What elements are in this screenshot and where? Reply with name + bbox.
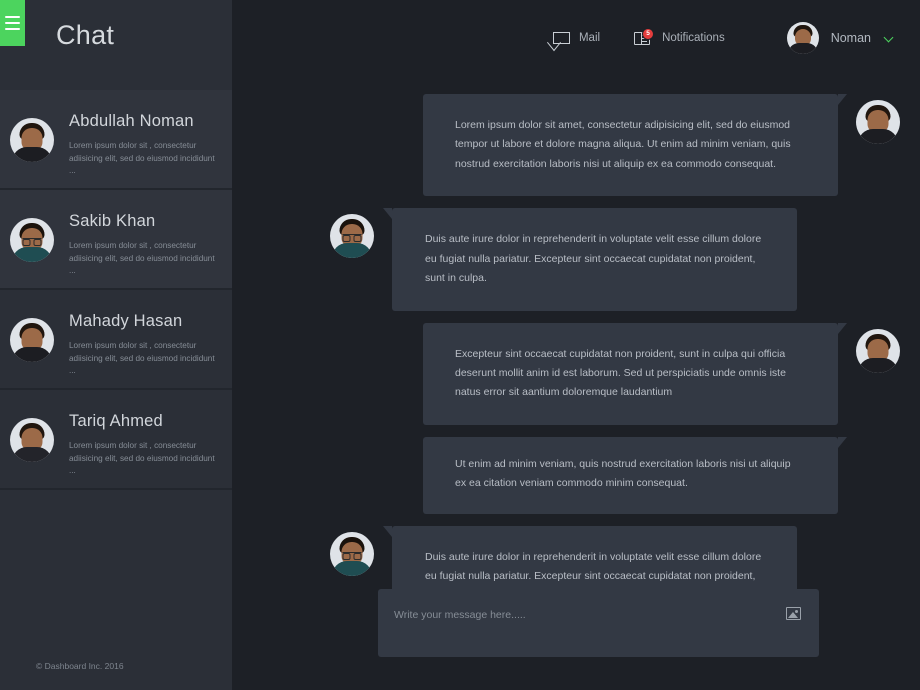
contact-list-item[interactable]: Sakib Khan Lorem ipsum dolor sit , conse… — [0, 190, 232, 290]
notification-badge: 5 — [642, 28, 655, 40]
message-bubble[interactable]: Ut enim ad minim veniam, quis nostrud ex… — [423, 436, 847, 514]
main-panel: Mail 5 Notifications Noman Lorem ipsum d… — [232, 0, 920, 690]
contact-name: Sakib Khan — [69, 212, 156, 230]
page-title: Chat — [56, 20, 115, 50]
message-input[interactable] — [378, 589, 786, 621]
footer-copyright: © Dashboard Inc. 2016 — [36, 661, 124, 671]
chevron-down-icon[interactable] — [885, 34, 894, 43]
message-row: Duis aute irure dolor in reprehenderit i… — [232, 208, 920, 311]
avatar — [10, 218, 54, 262]
hamburger-icon[interactable] — [0, 0, 25, 46]
user-menu[interactable]: Noman — [786, 22, 894, 54]
sidebar: Chat Abdullah Noman Lorem ipsum dolor si… — [0, 0, 232, 690]
contact-name: Mahady Hasan — [69, 312, 183, 330]
avatar — [856, 100, 900, 144]
avatar — [330, 214, 374, 259]
contact-text: Tariq Ahmed Lorem ipsum dolor sit , cons… — [69, 404, 218, 478]
chat-app: Chat Abdullah Noman Lorem ipsum dolor si… — [0, 0, 920, 690]
avatar — [10, 118, 54, 162]
message-row: Ut enim ad minim veniam, quis nostrud ex… — [232, 436, 920, 514]
contact-text: Abdullah Noman Lorem ipsum dolor sit , c… — [69, 104, 218, 178]
mail-label: Mail — [578, 32, 601, 44]
message-text: Excepteur sint occaecat cupidatat non pr… — [455, 347, 786, 399]
envelope-icon — [552, 32, 570, 44]
contact-text: Mahady Hasan Lorem ipsum dolor sit , con… — [69, 304, 218, 378]
contact-text: Sakib Khan Lorem ipsum dolor sit , conse… — [69, 204, 218, 278]
notifications-label: Notifications — [662, 32, 725, 44]
contact-snippet: Lorem ipsum dolor sit , consectetur adii… — [69, 241, 215, 276]
user-name: Noman — [830, 31, 871, 45]
book-icon: 5 — [634, 28, 655, 46]
message-row: Lorem ipsum dolor sit amet, consectetur … — [232, 94, 920, 197]
message-text: Ut enim ad minim veniam, quis nostrud ex… — [455, 457, 791, 490]
top-bar: Mail 5 Notifications Noman — [232, 0, 920, 76]
contact-name: Tariq Ahmed — [69, 412, 163, 430]
mail-button[interactable]: Mail — [552, 32, 601, 44]
contact-name: Abdullah Noman — [69, 112, 194, 130]
hamburger-bar — [5, 28, 20, 30]
hamburger-bar — [5, 22, 20, 24]
message-text: Duis aute irure dolor in reprehenderit i… — [425, 233, 762, 285]
message-list: Lorem ipsum dolor sit amet, consectetur … — [232, 76, 920, 628]
notifications-button[interactable]: 5 Notifications — [634, 28, 725, 46]
contact-snippet: Lorem ipsum dolor sit , consectetur adii… — [69, 141, 215, 176]
avatar — [10, 318, 54, 362]
sidebar-header: Chat — [0, 0, 232, 90]
message-text: Lorem ipsum dolor sit amet, consectetur … — [455, 119, 791, 170]
contact-list-item[interactable]: Mahady Hasan Lorem ipsum dolor sit , con… — [0, 290, 232, 390]
image-icon[interactable] — [786, 607, 801, 620]
message-bubble[interactable]: Lorem ipsum dolor sit amet, consectetur … — [423, 94, 847, 197]
avatar — [10, 418, 54, 462]
message-row: Excepteur sint occaecat cupidatat non pr… — [232, 322, 920, 425]
contact-snippet: Lorem ipsum dolor sit , consectetur adii… — [69, 341, 215, 376]
avatar — [330, 531, 374, 576]
avatar — [786, 22, 819, 54]
avatar — [856, 328, 900, 373]
contact-list-item[interactable]: Abdullah Noman Lorem ipsum dolor sit , c… — [0, 90, 232, 190]
message-bubble[interactable]: Duis aute irure dolor in reprehenderit i… — [383, 208, 797, 311]
hamburger-bar — [5, 16, 20, 18]
message-bubble[interactable]: Excepteur sint occaecat cupidatat non pr… — [423, 322, 847, 425]
message-composer — [378, 589, 819, 657]
contact-snippet: Lorem ipsum dolor sit , consectetur adii… — [69, 441, 215, 476]
contact-list-item[interactable]: Tariq Ahmed Lorem ipsum dolor sit , cons… — [0, 390, 232, 490]
